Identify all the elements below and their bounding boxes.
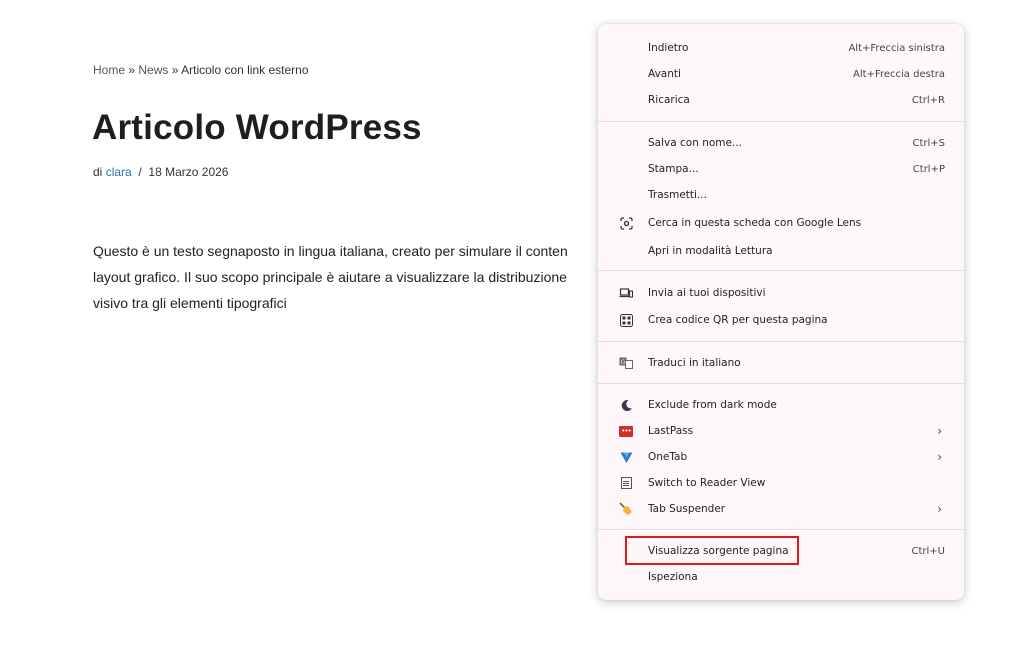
post-meta: di clara / 18 Marzo 2026 xyxy=(93,165,228,179)
breadcrumb-separator: » xyxy=(171,63,179,77)
page-title: Articolo WordPress xyxy=(92,108,422,147)
moon-icon xyxy=(619,398,633,412)
menu-item-label: OneTab xyxy=(648,451,688,463)
menu-item-back[interactable]: Indietro Alt+Freccia sinistra xyxy=(598,35,964,61)
meta-separator: / xyxy=(138,165,142,179)
menu-item-label: Apri in modalità Lettura xyxy=(648,245,773,257)
author-link[interactable]: clara xyxy=(106,165,132,179)
menu-item-exclude-dark-mode[interactable]: Exclude from dark mode xyxy=(598,392,964,418)
menu-item-label: Indietro xyxy=(648,42,689,54)
menu-item-onetab[interactable]: OneTab › xyxy=(598,444,964,470)
menu-item-translate[interactable]: G Traduci in italiano xyxy=(598,350,964,376)
qr-code-icon xyxy=(619,313,633,327)
menu-item-label: Exclude from dark mode xyxy=(648,399,777,411)
menu-item-label: LastPass xyxy=(648,425,694,437)
menu-item-forward[interactable]: Avanti Alt+Freccia destra xyxy=(598,61,964,87)
lastpass-icon: ••• xyxy=(619,424,633,438)
menu-item-label: Traduci in italiano xyxy=(648,357,741,369)
menu-item-qr-code[interactable]: Crea codice QR per questa pagina xyxy=(598,307,964,333)
menu-item-label: Ricarica xyxy=(648,94,690,106)
menu-item-shortcut: Ctrl+R xyxy=(911,94,945,106)
menu-item-print[interactable]: Stampa... Ctrl+P xyxy=(598,156,964,182)
meta-by: di xyxy=(93,165,103,179)
article-body: Questo è un testo segnaposto in lingua i… xyxy=(93,238,613,316)
submenu-arrow-icon: › xyxy=(937,424,942,438)
breadcrumb-separator: » xyxy=(128,63,136,77)
body-line: visivo tra gli elementi tipografici xyxy=(93,295,287,311)
menu-item-reading-mode[interactable]: Apri in modalità Lettura xyxy=(598,238,964,264)
menu-item-label: Stampa... xyxy=(648,163,699,175)
svg-text:G: G xyxy=(621,359,626,366)
menu-item-label: Crea codice QR per questa pagina xyxy=(648,314,828,326)
menu-item-label: Salva con nome... xyxy=(648,137,742,149)
menu-divider xyxy=(598,121,964,122)
menu-item-label: Avanti xyxy=(648,68,681,80)
menu-item-label: Switch to Reader View xyxy=(648,477,766,489)
menu-item-lastpass[interactable]: ••• LastPass › xyxy=(598,418,964,444)
broom-icon xyxy=(619,502,633,516)
translate-icon: G xyxy=(619,356,633,370)
menu-item-tab-suspender[interactable]: Tab Suspender › xyxy=(598,496,964,522)
menu-item-shortcut: Alt+Freccia sinistra xyxy=(848,42,945,54)
post-date: 18 Marzo 2026 xyxy=(148,165,229,179)
menu-item-shortcut: Ctrl+S xyxy=(912,137,945,149)
devices-icon xyxy=(619,286,633,300)
menu-item-cast[interactable]: Trasmetti... xyxy=(598,182,964,208)
menu-divider xyxy=(598,529,964,530)
reader-view-icon xyxy=(619,476,633,490)
highlight-box xyxy=(625,536,799,565)
menu-item-reader-view[interactable]: Switch to Reader View xyxy=(598,470,964,496)
menu-item-inspect[interactable]: Ispeziona xyxy=(598,564,964,590)
menu-item-label: Invia ai tuoi dispositivi xyxy=(648,287,766,299)
menu-item-label: Ispeziona xyxy=(648,571,698,583)
body-line: layout grafico. Il suo scopo principale … xyxy=(93,269,567,285)
menu-item-label: Cerca in questa scheda con Google Lens xyxy=(648,217,862,229)
menu-item-shortcut: Ctrl+U xyxy=(911,545,946,557)
onetab-icon xyxy=(619,450,633,464)
context-menu: Indietro Alt+Freccia sinistra Avanti Alt… xyxy=(598,24,964,600)
menu-item-shortcut: Ctrl+P xyxy=(912,163,945,175)
menu-item-reload[interactable]: Ricarica Ctrl+R xyxy=(598,87,964,113)
menu-divider xyxy=(598,341,964,342)
submenu-arrow-icon: › xyxy=(937,450,942,464)
breadcrumb-current: Articolo con link esterno xyxy=(181,63,309,77)
menu-item-google-lens[interactable]: Cerca in questa scheda con Google Lens xyxy=(598,210,964,236)
menu-divider xyxy=(598,270,964,271)
menu-item-send-to-devices[interactable]: Invia ai tuoi dispositivi xyxy=(598,280,964,306)
menu-item-label: Trasmetti... xyxy=(648,189,707,201)
menu-item-shortcut: Alt+Freccia destra xyxy=(853,68,945,80)
breadcrumb-home[interactable]: Home xyxy=(93,63,125,77)
breadcrumb-news[interactable]: News xyxy=(138,63,168,77)
breadcrumb: Home » News » Articolo con link esterno xyxy=(93,63,309,77)
menu-divider xyxy=(598,383,964,384)
menu-item-save-as[interactable]: Salva con nome... Ctrl+S xyxy=(598,130,964,156)
body-line: Questo è un testo segnaposto in lingua i… xyxy=(93,243,568,259)
submenu-arrow-icon: › xyxy=(937,502,942,516)
google-lens-icon xyxy=(619,216,633,230)
menu-item-label: Tab Suspender xyxy=(648,503,726,515)
